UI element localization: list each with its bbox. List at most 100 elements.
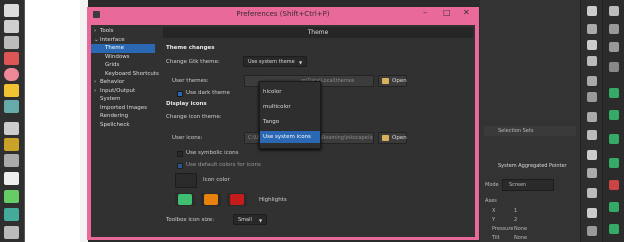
dock-panel: Selection Sets System Aggregated Pointer… — [480, 0, 580, 242]
icon-theme-option[interactable]: hicolor — [260, 86, 320, 98]
gtk-theme-select[interactable]: Use system theme ▼ — [243, 56, 307, 67]
tilt-value: None — [514, 235, 528, 241]
mesh-tool-icon[interactable] — [4, 208, 19, 221]
minimize-button[interactable]: – — [423, 8, 427, 17]
open-label: Open — [392, 135, 407, 141]
tree-item-label: Windows — [105, 53, 130, 60]
tree-item-label: Imported Images — [100, 104, 147, 111]
snap-edge-icon[interactable] — [609, 42, 619, 52]
pressure-value: None — [514, 226, 528, 232]
mode-label: Mode — [485, 182, 499, 188]
text-tool-icon[interactable] — [4, 172, 19, 185]
copy-icon[interactable] — [587, 150, 597, 160]
import-icon[interactable] — [587, 76, 597, 86]
node-tool-icon[interactable] — [4, 20, 19, 33]
tree-item-label: Grids — [105, 62, 120, 68]
theme-changes-heading: Theme changes — [166, 45, 215, 51]
toolbox-size-label: Toolbox icon size: — [166, 217, 215, 223]
folder-icon — [382, 135, 389, 141]
tilt-label: Tilt — [492, 235, 500, 241]
snap-bbox-icon[interactable] — [609, 24, 619, 34]
group-icon[interactable] — [587, 226, 597, 236]
duplicate-icon[interactable] — [587, 208, 597, 218]
snap-toggle-icon[interactable] — [609, 6, 619, 16]
tree-item-label: Rendering — [100, 113, 129, 119]
canvas[interactable] — [25, 0, 80, 242]
pen-tool-icon[interactable] — [4, 122, 19, 135]
mode-select[interactable]: Screen — [502, 179, 554, 191]
default-colors-checkbox[interactable] — [177, 163, 183, 169]
dialog-body: › Tools ⌄Interface Theme Windows Grids Keyboar… — [91, 25, 475, 237]
rectangle-tool-icon[interactable] — [4, 52, 19, 65]
highlights-label: Highlights — [259, 197, 287, 203]
change-gtk-label: Change Gtk theme: — [166, 59, 220, 65]
paste-icon[interactable] — [587, 168, 597, 178]
page-header: Theme — [163, 27, 473, 38]
tree-item-label: Interface — [100, 36, 125, 43]
snap-node-icon[interactable] — [609, 88, 619, 98]
green-swatch-frame[interactable] — [175, 193, 195, 206]
snap-center-icon[interactable] — [609, 202, 619, 212]
dark-theme-checkbox[interactable] — [177, 91, 183, 97]
selector-tool-icon[interactable] — [4, 4, 19, 17]
star-tool-icon[interactable] — [4, 84, 19, 97]
red-swatch-frame[interactable] — [227, 193, 247, 206]
default-colors-label: Use default colors for icons — [186, 162, 261, 168]
zoom-icon[interactable] — [587, 188, 597, 198]
snap-smooth-icon[interactable] — [609, 158, 619, 168]
print-icon[interactable] — [587, 56, 597, 66]
spiral-tool-icon[interactable] — [4, 100, 19, 113]
pointer-title: System Aggregated Pointer — [498, 163, 567, 169]
pressure-label: Pressure — [492, 226, 514, 232]
user-themes-open-button[interactable]: Open — [378, 75, 407, 87]
commands-bar — [580, 0, 603, 242]
orange-swatch-frame[interactable] — [201, 193, 221, 206]
icon-theme-option[interactable]: Tango — [260, 116, 320, 128]
dropper-tool-icon[interactable] — [4, 226, 19, 239]
tree-item[interactable]: Spellcheck — [91, 121, 155, 130]
icon-theme-option[interactable]: Use system icons — [260, 131, 320, 143]
icon-color-label: Icon color — [203, 177, 230, 183]
icon-theme-dropdown: hicolor multicolor Tango Use system icons — [259, 81, 321, 149]
chevron-down-icon: ▼ — [299, 60, 303, 65]
symbolic-icons-label: Use symbolic icons — [186, 150, 239, 156]
user-themes-label: User themes: — [172, 78, 209, 84]
calligraphy-tool-icon[interactable] — [4, 154, 19, 167]
open-icon[interactable] — [587, 24, 597, 34]
y-label: Y — [492, 217, 496, 223]
user-icons-label: User icons: — [172, 135, 203, 141]
snap-corner-icon[interactable] — [609, 62, 619, 72]
selection-sets-label: Selection Sets — [498, 128, 534, 134]
pencil-tool-icon[interactable] — [4, 138, 19, 151]
zoom-tool-icon[interactable] — [4, 36, 19, 49]
redo-icon[interactable] — [587, 130, 597, 140]
tree-item-label: Keyboard Shortcuts — [105, 70, 159, 77]
close-button[interactable]: ✕ — [463, 8, 470, 17]
snap-path-icon[interactable] — [609, 110, 619, 120]
user-icons-open-button[interactable]: Open — [378, 132, 407, 144]
gradient-tool-icon[interactable] — [4, 190, 19, 203]
selection-sets-tab[interactable]: Selection Sets — [484, 126, 576, 136]
export-icon[interactable] — [587, 92, 597, 102]
dialog-titlebar[interactable]: Preferences (Shift+Ctrl+P) – □ ✕ — [87, 7, 479, 25]
tree-item-label: Tools — [100, 28, 114, 34]
maximize-button[interactable]: □ — [443, 8, 451, 17]
undo-icon[interactable] — [587, 112, 597, 122]
symbolic-icons-checkbox[interactable] — [177, 151, 183, 157]
tree-item-label: Input/Output — [100, 87, 136, 94]
icon-theme-option[interactable]: multicolor — [260, 101, 320, 113]
open-label: Open — [392, 78, 407, 84]
snap-midpoint-icon[interactable] — [609, 180, 619, 190]
tree-item-label: System — [100, 96, 121, 102]
highlight-red-swatch — [230, 194, 244, 205]
toolbox-size-value: Small — [238, 217, 252, 223]
toolbox-size-select[interactable]: Small ▼ — [233, 214, 267, 225]
snap-intersection-icon[interactable] — [609, 134, 619, 144]
y-value: 2 — [514, 217, 518, 223]
snap-rotation-icon[interactable] — [609, 224, 619, 234]
icon-color-button[interactable] — [175, 173, 197, 188]
change-icon-label: Change icon theme: — [166, 114, 222, 120]
new-document-icon[interactable] — [587, 6, 597, 16]
save-icon[interactable] — [587, 40, 597, 50]
ellipse-tool-icon[interactable] — [4, 68, 19, 81]
